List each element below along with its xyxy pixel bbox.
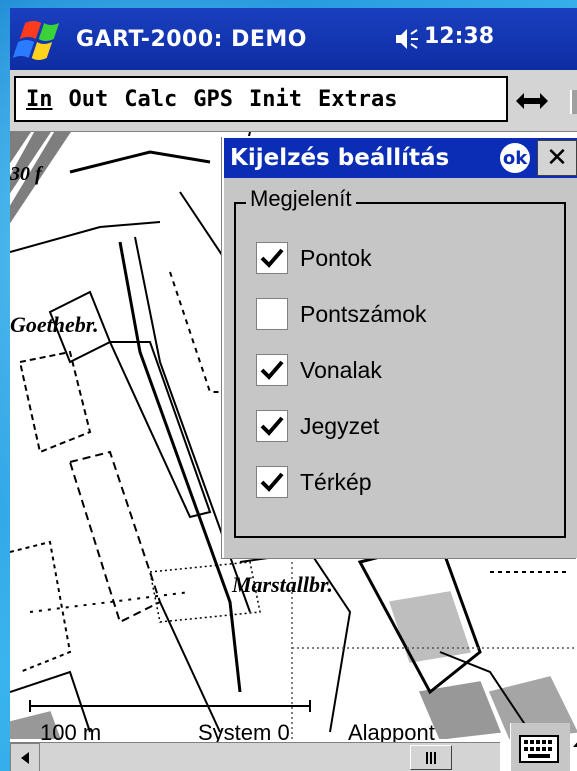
menu-item-in[interactable]: In xyxy=(26,87,53,112)
group-label: Megjelenít xyxy=(246,186,356,212)
checkbox-jegyzet[interactable] xyxy=(256,410,288,442)
option-terkep[interactable]: Térkép xyxy=(256,464,372,500)
menu-scroll-stub xyxy=(570,90,577,114)
input-menu-arrow-icon[interactable] xyxy=(572,736,577,756)
menu-item-calc[interactable]: Calc xyxy=(124,87,177,112)
windows-start-icon[interactable] xyxy=(12,11,68,67)
display-settings-dialog: Kijelzés beállítás ok ✕ Megjelenít Ponto… xyxy=(222,136,577,558)
checkmark-icon xyxy=(260,416,284,436)
close-icon: ✕ xyxy=(546,143,568,173)
option-label: Vonalak xyxy=(300,356,382,383)
checkmark-icon xyxy=(260,360,284,380)
close-button[interactable]: ✕ xyxy=(537,140,577,176)
screen: GART-2000: DEMO 12:38 In Out Calc GPS In… xyxy=(10,8,577,771)
menu-item-gps[interactable]: GPS xyxy=(193,87,233,112)
app-title: GART-2000: DEMO xyxy=(76,26,308,52)
option-label: Pontszámok xyxy=(300,300,427,327)
option-jegyzet[interactable]: Jegyzet xyxy=(256,408,379,444)
horizontal-scrollbar[interactable] xyxy=(10,742,500,771)
option-pontszamok[interactable]: Pontszámok xyxy=(256,296,427,332)
menu-item-out[interactable]: Out xyxy=(69,87,109,112)
dialog-title: Kijelzés beállítás xyxy=(230,145,450,171)
menu-bar: In Out Calc GPS Init Extras xyxy=(10,70,577,132)
clock[interactable]: 12:38 xyxy=(424,24,494,49)
title-bar: GART-2000: DEMO 12:38 xyxy=(10,8,577,70)
scroll-thumb[interactable] xyxy=(410,745,452,770)
checkmark-icon xyxy=(260,248,284,268)
parcel-label: 30 f xyxy=(10,163,44,185)
option-pontok[interactable]: Pontok xyxy=(256,240,372,276)
grip-icon xyxy=(426,752,436,764)
menu-strip: In Out Calc GPS Init Extras xyxy=(14,76,508,122)
street-label-goethe: Goethebr. xyxy=(10,312,99,337)
chevron-left-icon xyxy=(21,752,29,764)
menu-item-init[interactable]: Init xyxy=(249,87,302,112)
speaker-icon[interactable] xyxy=(394,26,420,52)
option-label: Pontok xyxy=(300,244,372,271)
keyboard-button[interactable] xyxy=(510,723,570,771)
menu-item-extras[interactable]: Extras xyxy=(318,87,397,112)
checkmark-icon xyxy=(260,472,284,492)
option-vonalak[interactable]: Vonalak xyxy=(256,352,382,388)
left-right-arrow-icon[interactable] xyxy=(514,87,550,115)
checkbox-pontszamok[interactable] xyxy=(256,298,288,330)
checkbox-terkep[interactable] xyxy=(256,466,288,498)
ok-button[interactable]: ok xyxy=(500,143,530,173)
checkbox-vonalak[interactable] xyxy=(256,354,288,386)
display-group-box: Megjelenít Pontok Pontszámok Vonalak Jeg… xyxy=(234,186,566,538)
street-label-marstall: Marstallbr. xyxy=(231,572,333,597)
option-label: Jegyzet xyxy=(300,412,380,439)
keyboard-icon xyxy=(519,735,559,763)
scroll-left-button[interactable] xyxy=(10,743,40,771)
option-label: Térkép xyxy=(300,468,372,495)
checkbox-pontok[interactable] xyxy=(256,242,288,274)
